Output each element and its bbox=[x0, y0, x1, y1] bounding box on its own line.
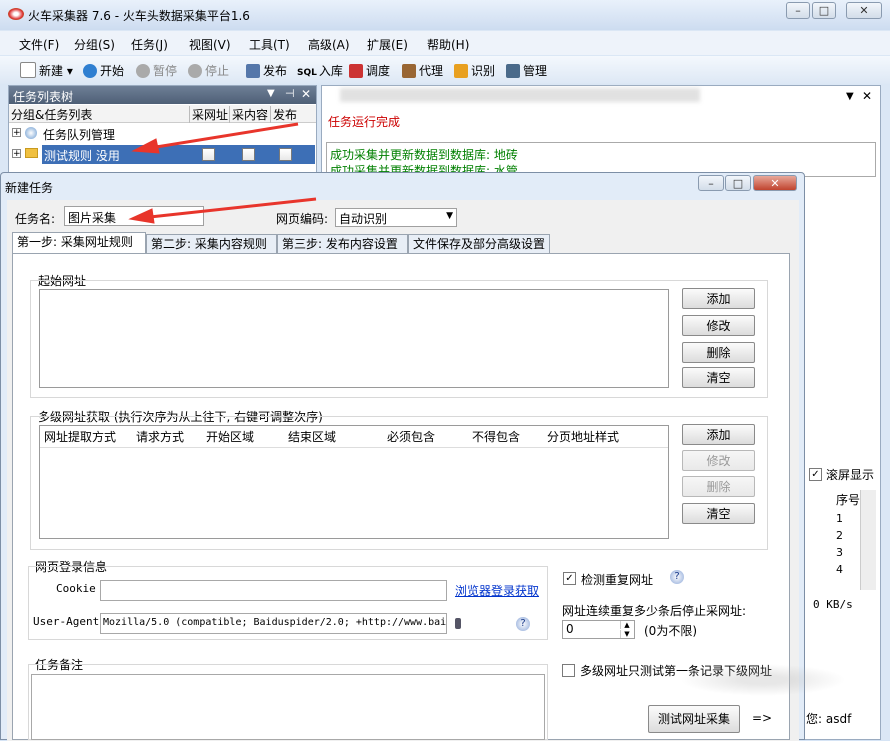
annotation-arrows bbox=[128, 122, 317, 224]
arrow-to-task-row bbox=[131, 122, 299, 154]
arrow-to-task-name bbox=[128, 197, 317, 224]
